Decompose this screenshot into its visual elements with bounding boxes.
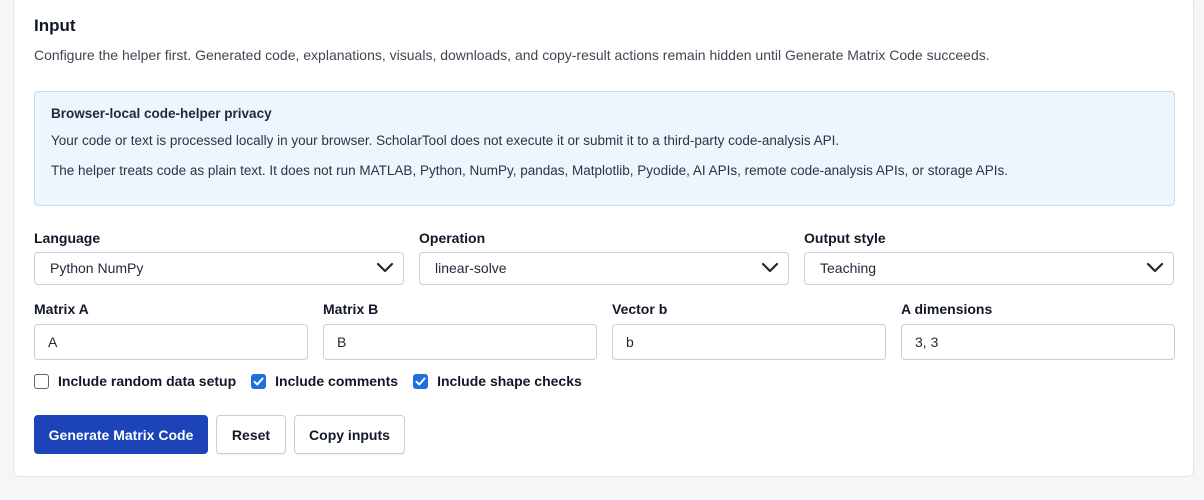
copy-inputs-button[interactable]: Copy inputs — [294, 415, 405, 454]
comments-label: Include comments — [275, 373, 399, 389]
operation-label: Operation — [419, 230, 486, 246]
output-style-label: Output style — [804, 230, 886, 246]
checkmark-icon — [415, 377, 426, 385]
matrix-b-input[interactable]: B — [323, 324, 597, 360]
section-description: Configure the helper first. Generated co… — [34, 47, 990, 63]
checkmark-icon — [253, 377, 264, 385]
shape-checks-option[interactable]: Include shape checks — [413, 373, 582, 389]
language-select[interactable]: Python NumPy — [34, 252, 404, 285]
operation-select[interactable]: linear-solve — [419, 252, 789, 285]
section-title: Input — [34, 16, 76, 35]
language-select-value: Python NumPy — [50, 260, 144, 276]
shape-checks-label: Include shape checks — [437, 373, 582, 389]
input-card: Input Configure the helper first. Genera… — [13, 0, 1194, 477]
matrix-b-label: Matrix B — [323, 301, 379, 317]
privacy-notice: Browser-local code-helper privacy Your c… — [34, 91, 1175, 206]
random-data-label: Include random data setup — [58, 373, 237, 389]
generate-matrix-code-button[interactable]: Generate Matrix Code — [34, 415, 208, 454]
vector-b-input[interactable]: b — [612, 324, 886, 360]
random-data-option[interactable]: Include random data setup — [34, 373, 236, 389]
comments-option[interactable]: Include comments — [251, 373, 398, 389]
random-data-checkbox[interactable] — [34, 373, 49, 389]
a-dimensions-label: A dimensions — [901, 301, 993, 317]
options-row: Include random data setup Include commen… — [34, 373, 597, 389]
language-label: Language — [34, 230, 101, 246]
operation-select-value: linear-solve — [435, 260, 507, 276]
comments-checkbox[interactable] — [251, 373, 267, 389]
privacy-paragraph-plain-text: The helper treats code as plain text. It… — [51, 163, 1008, 178]
reset-button[interactable]: Reset — [216, 415, 286, 454]
output-style-select[interactable]: Teaching — [804, 252, 1174, 285]
chevron-down-icon — [761, 262, 779, 273]
vector-b-label: Vector b — [612, 301, 668, 317]
matrix-a-input[interactable]: A — [34, 324, 308, 360]
chevron-down-icon — [1146, 262, 1164, 273]
matrix-a-label: Matrix A — [34, 301, 89, 317]
a-dimensions-input[interactable]: 3, 3 — [901, 324, 1175, 360]
chevron-down-icon — [376, 262, 394, 273]
output-style-select-value: Teaching — [820, 260, 877, 276]
shape-checks-checkbox[interactable] — [413, 373, 429, 389]
privacy-title: Browser-local code-helper privacy — [51, 106, 272, 121]
privacy-paragraph-local: Your code or text is processed locally i… — [51, 133, 840, 148]
